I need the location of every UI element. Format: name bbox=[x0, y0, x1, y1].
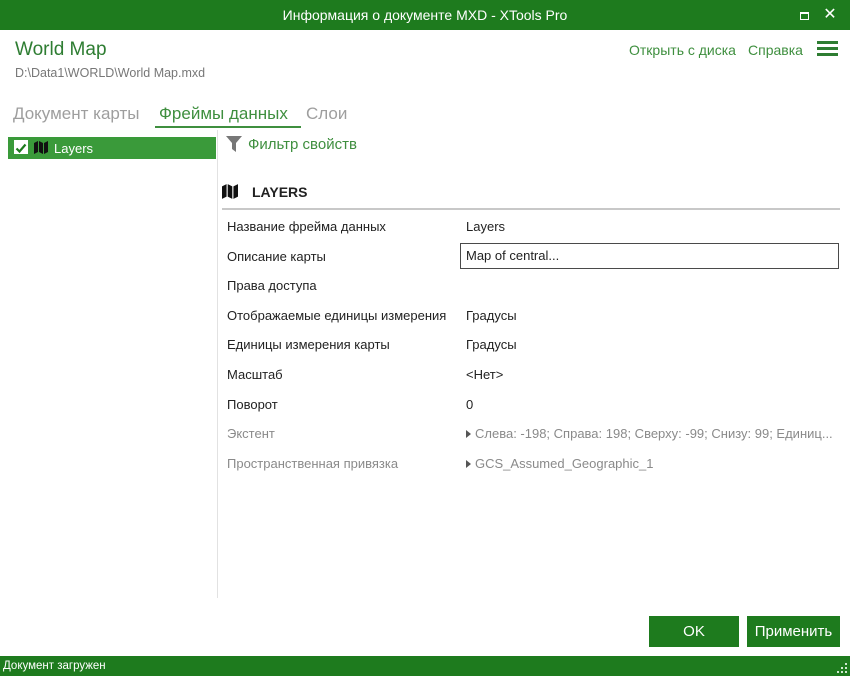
property-value-text: Слева: -198; Справа: 198; Сверху: -99; С… bbox=[475, 426, 833, 442]
tab-layers[interactable]: Слои bbox=[306, 104, 347, 124]
window-title: Информация о документе MXD - XTools Pro bbox=[282, 7, 568, 23]
menu-bar bbox=[817, 53, 838, 56]
funnel-icon bbox=[226, 136, 242, 152]
property-row: Отображаемые единицы измерения Градусы bbox=[222, 300, 840, 330]
property-row: Поворот 0 bbox=[222, 389, 840, 419]
property-name: Экстент bbox=[227, 426, 275, 442]
section-divider bbox=[222, 208, 840, 210]
property-value[interactable]: Градусы bbox=[466, 308, 517, 323]
checkbox[interactable] bbox=[14, 140, 28, 154]
tab-data-frames[interactable]: Фреймы данных bbox=[159, 104, 288, 124]
panel-divider bbox=[217, 130, 218, 598]
menu-bar bbox=[817, 41, 838, 44]
document-path: D:\Data1\WORLD\World Map.mxd bbox=[15, 66, 206, 80]
apply-button[interactable]: Применить bbox=[747, 616, 840, 647]
map-icon bbox=[34, 141, 48, 154]
map-icon bbox=[222, 184, 238, 199]
open-from-disk-link[interactable]: Открыть с диска bbox=[629, 42, 736, 58]
tab-map-document[interactable]: Документ карты bbox=[13, 104, 140, 124]
property-value[interactable]: Слева: -198; Справа: 198; Сверху: -99; С… bbox=[466, 426, 833, 441]
property-row: Права доступа bbox=[222, 270, 840, 300]
status-text: Документ загружен bbox=[3, 660, 106, 672]
title-bar: Информация о документе MXD - XTools Pro … bbox=[0, 0, 850, 30]
active-tab-indicator bbox=[155, 126, 301, 128]
property-row: Название фрейма данных Layers bbox=[222, 211, 840, 241]
property-name: Пространственная привязка bbox=[227, 455, 399, 471]
hamburger-menu-icon[interactable] bbox=[817, 41, 838, 57]
resize-grip-icon[interactable] bbox=[837, 663, 847, 673]
property-value[interactable]: 0 bbox=[466, 397, 473, 412]
ok-button[interactable]: OK bbox=[649, 616, 739, 647]
property-row: Описание карты bbox=[222, 241, 840, 271]
property-name: Описание карты bbox=[227, 248, 326, 264]
close-button[interactable]: ✕ bbox=[820, 5, 840, 25]
property-name: Отображаемые единицы измерения bbox=[227, 307, 447, 323]
property-value[interactable]: Градусы bbox=[466, 337, 517, 352]
filter-label: Фильтр свойств bbox=[248, 136, 357, 153]
property-row: Экстент Слева: -198; Справа: 198; Сверху… bbox=[222, 418, 840, 448]
property-row: Единицы измерения карты Градусы bbox=[222, 329, 840, 359]
property-value[interactable]: <Нет> bbox=[466, 367, 503, 382]
property-name: Название фрейма данных bbox=[227, 219, 386, 234]
property-value-text: GCS_Assumed_Geographic_1 bbox=[475, 455, 654, 471]
property-value[interactable]: GCS_Assumed_Geographic_1 bbox=[466, 456, 654, 471]
tree-item-label: Layers bbox=[54, 141, 94, 156]
property-name: Единицы измерения карты bbox=[227, 337, 390, 353]
section-title: LAYERS bbox=[252, 184, 308, 200]
help-link[interactable]: Справка bbox=[748, 42, 803, 58]
property-value[interactable]: Layers bbox=[466, 219, 505, 234]
expand-arrow-icon[interactable] bbox=[466, 430, 471, 439]
tree-item-layers[interactable]: Layers bbox=[8, 137, 216, 159]
document-title: World Map bbox=[15, 39, 107, 60]
expand-arrow-icon[interactable] bbox=[466, 459, 471, 468]
map-description-input[interactable] bbox=[460, 242, 839, 269]
property-name: Масштаб bbox=[227, 366, 283, 382]
maximize-icon bbox=[799, 12, 809, 20]
property-name: Поворот bbox=[227, 396, 278, 412]
status-bar: Документ загружен bbox=[0, 656, 850, 676]
property-row: Масштаб <Нет> bbox=[222, 359, 840, 389]
close-icon: ✕ bbox=[823, 6, 837, 23]
property-row: Пространственная привязка GCS_Assumed_Ge… bbox=[222, 448, 840, 478]
property-grid: Название фрейма данных Layers Описание к… bbox=[222, 211, 840, 477]
menu-bar bbox=[817, 47, 838, 50]
checkmark-icon bbox=[15, 143, 27, 154]
property-name: Права доступа bbox=[227, 278, 317, 294]
maximize-button[interactable] bbox=[794, 5, 814, 25]
